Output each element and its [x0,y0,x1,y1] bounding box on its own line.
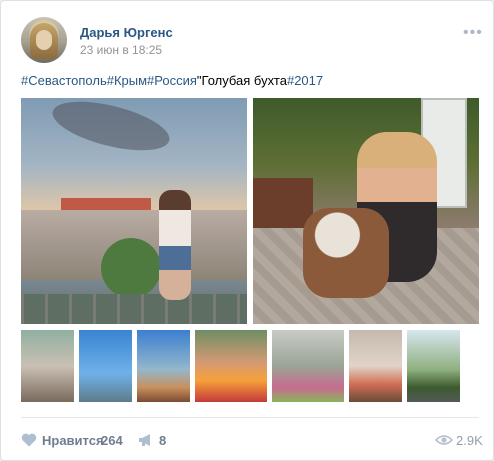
photo-1[interactable] [21,98,247,324]
photo-2[interactable] [253,98,479,324]
share-count[interactable]: 8 [159,433,166,448]
hashtag-crimea[interactable]: #Крым [107,73,147,88]
author-avatar[interactable] [21,17,67,63]
footer-divider [21,417,479,418]
author-name[interactable]: Дарья Юргенс [80,25,173,40]
megaphone-icon[interactable] [138,433,154,447]
photo-thumb-3[interactable] [137,330,190,402]
like-count[interactable]: 264 [101,433,123,448]
photo-thumb-4[interactable] [195,330,267,402]
post-caption: "Голубая бухта [196,73,287,88]
post-date[interactable]: 23 июн в 18:25 [80,43,162,57]
like-button[interactable]: Нравится [42,433,104,448]
post-text: #Севастополь#Крым#Россия"Голубая бухта#2… [21,73,323,88]
photo-thumb-6[interactable] [349,330,402,402]
heart-icon[interactable] [21,433,37,447]
hashtag-russia[interactable]: #Россия [147,73,197,88]
wall-post: Дарья Юргенс 23 июн в 18:25 ••• #Севасто… [0,0,494,461]
eye-icon [435,435,453,445]
photo-thumb-7[interactable] [407,330,460,402]
more-options-icon[interactable]: ••• [463,24,483,42]
photo-thumb-1[interactable] [21,330,74,402]
view-count: 2.9K [456,433,483,448]
photo-thumb-2[interactable] [79,330,132,402]
hashtag-sevastopol[interactable]: #Севастополь [21,73,107,88]
hashtag-2017[interactable]: #2017 [287,73,323,88]
photo-thumb-5[interactable] [272,330,344,402]
